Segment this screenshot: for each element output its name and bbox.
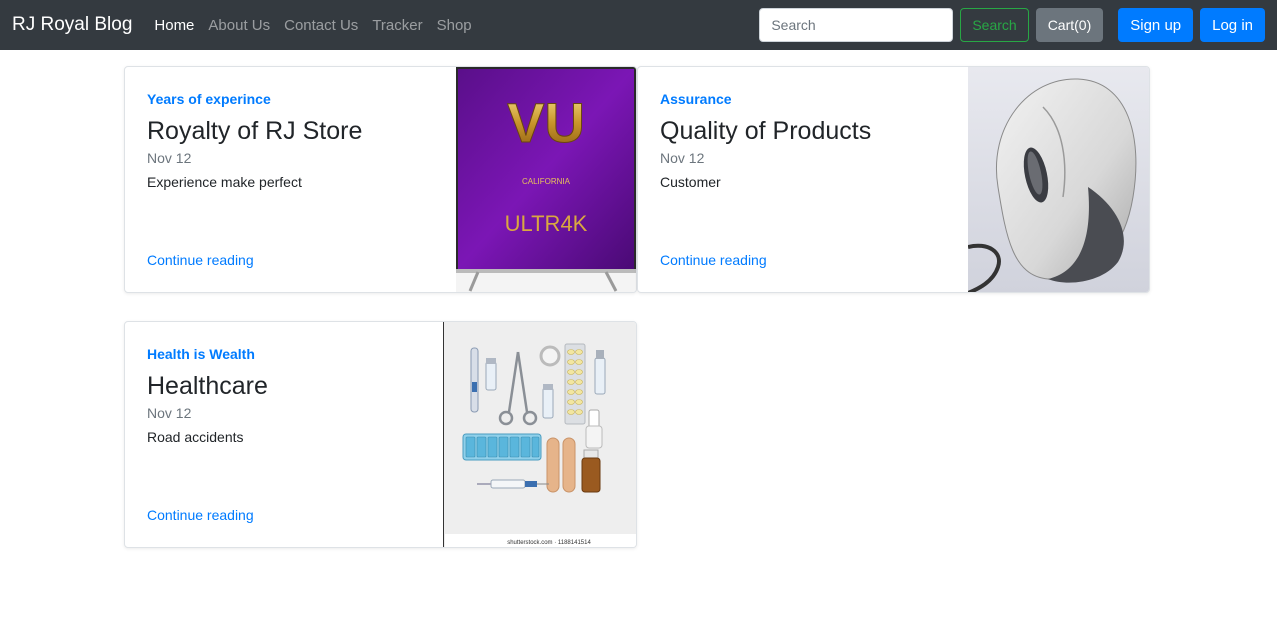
nav-about-us[interactable]: About Us <box>208 17 270 34</box>
post-title: Royalty of RJ Store <box>147 117 363 145</box>
continue-reading-link[interactable]: Continue reading <box>147 507 254 523</box>
nav-home[interactable]: Home <box>154 17 194 34</box>
computer-mouse-image <box>968 67 1149 292</box>
medical-supplies-image: shutterstock.com · 1188141514 <box>443 322 636 547</box>
navbar-actions: Search Cart(0) Sign up Log in <box>759 8 1265 42</box>
tv-image: VU CALIFORNIA ULTR4K <box>456 67 636 292</box>
post-card-body: Health is Wealth Healthcare Nov 12 Road … <box>147 322 437 547</box>
log-in-button[interactable]: Log in <box>1200 8 1265 42</box>
post-category: Health is Wealth <box>147 346 255 362</box>
continue-reading-link[interactable]: Continue reading <box>147 252 254 268</box>
post-card-body: Years of experince Royalty of RJ Store N… <box>147 67 437 292</box>
site-brand[interactable]: RJ Royal Blog <box>12 14 132 36</box>
tv-model-text: ULTR4K <box>505 211 588 236</box>
post-card: Years of experince Royalty of RJ Store N… <box>124 66 637 293</box>
continue-reading-link[interactable]: Continue reading <box>660 252 767 268</box>
post-excerpt: Road accidents <box>147 429 244 445</box>
post-date: Nov 12 <box>147 150 192 166</box>
search-input[interactable] <box>759 8 954 42</box>
post-date: Nov 12 <box>660 150 705 166</box>
search-button[interactable]: Search <box>960 8 1029 42</box>
post-date: Nov 12 <box>147 405 192 421</box>
nav-shop[interactable]: Shop <box>437 17 472 34</box>
image-watermark-text: shutterstock.com · 1188141514 <box>507 540 591 546</box>
cart-button[interactable]: Cart(0) <box>1035 8 1104 42</box>
tv-region-text: CALIFORNIA <box>522 177 571 186</box>
post-category: Years of experince <box>147 91 271 107</box>
post-card-body: Assurance Quality of Products Nov 12 Cus… <box>660 67 950 292</box>
tv-brand-text: VU <box>507 91 585 154</box>
top-navbar: RJ Royal Blog Home About Us Contact Us T… <box>0 0 1277 50</box>
post-category: Assurance <box>660 91 732 107</box>
sign-up-button[interactable]: Sign up <box>1118 8 1194 42</box>
post-card: Assurance Quality of Products Nov 12 Cus… <box>637 66 1150 293</box>
main-nav: Home About Us Contact Us Tracker Shop <box>154 17 485 34</box>
nav-tracker[interactable]: Tracker <box>372 17 422 34</box>
post-excerpt: Experience make perfect <box>147 174 302 190</box>
post-title: Quality of Products <box>660 117 872 145</box>
post-excerpt: Customer <box>660 174 721 190</box>
nav-contact-us[interactable]: Contact Us <box>284 17 358 34</box>
post-title: Healthcare <box>147 372 268 400</box>
post-card: Health is Wealth Healthcare Nov 12 Road … <box>124 321 637 548</box>
